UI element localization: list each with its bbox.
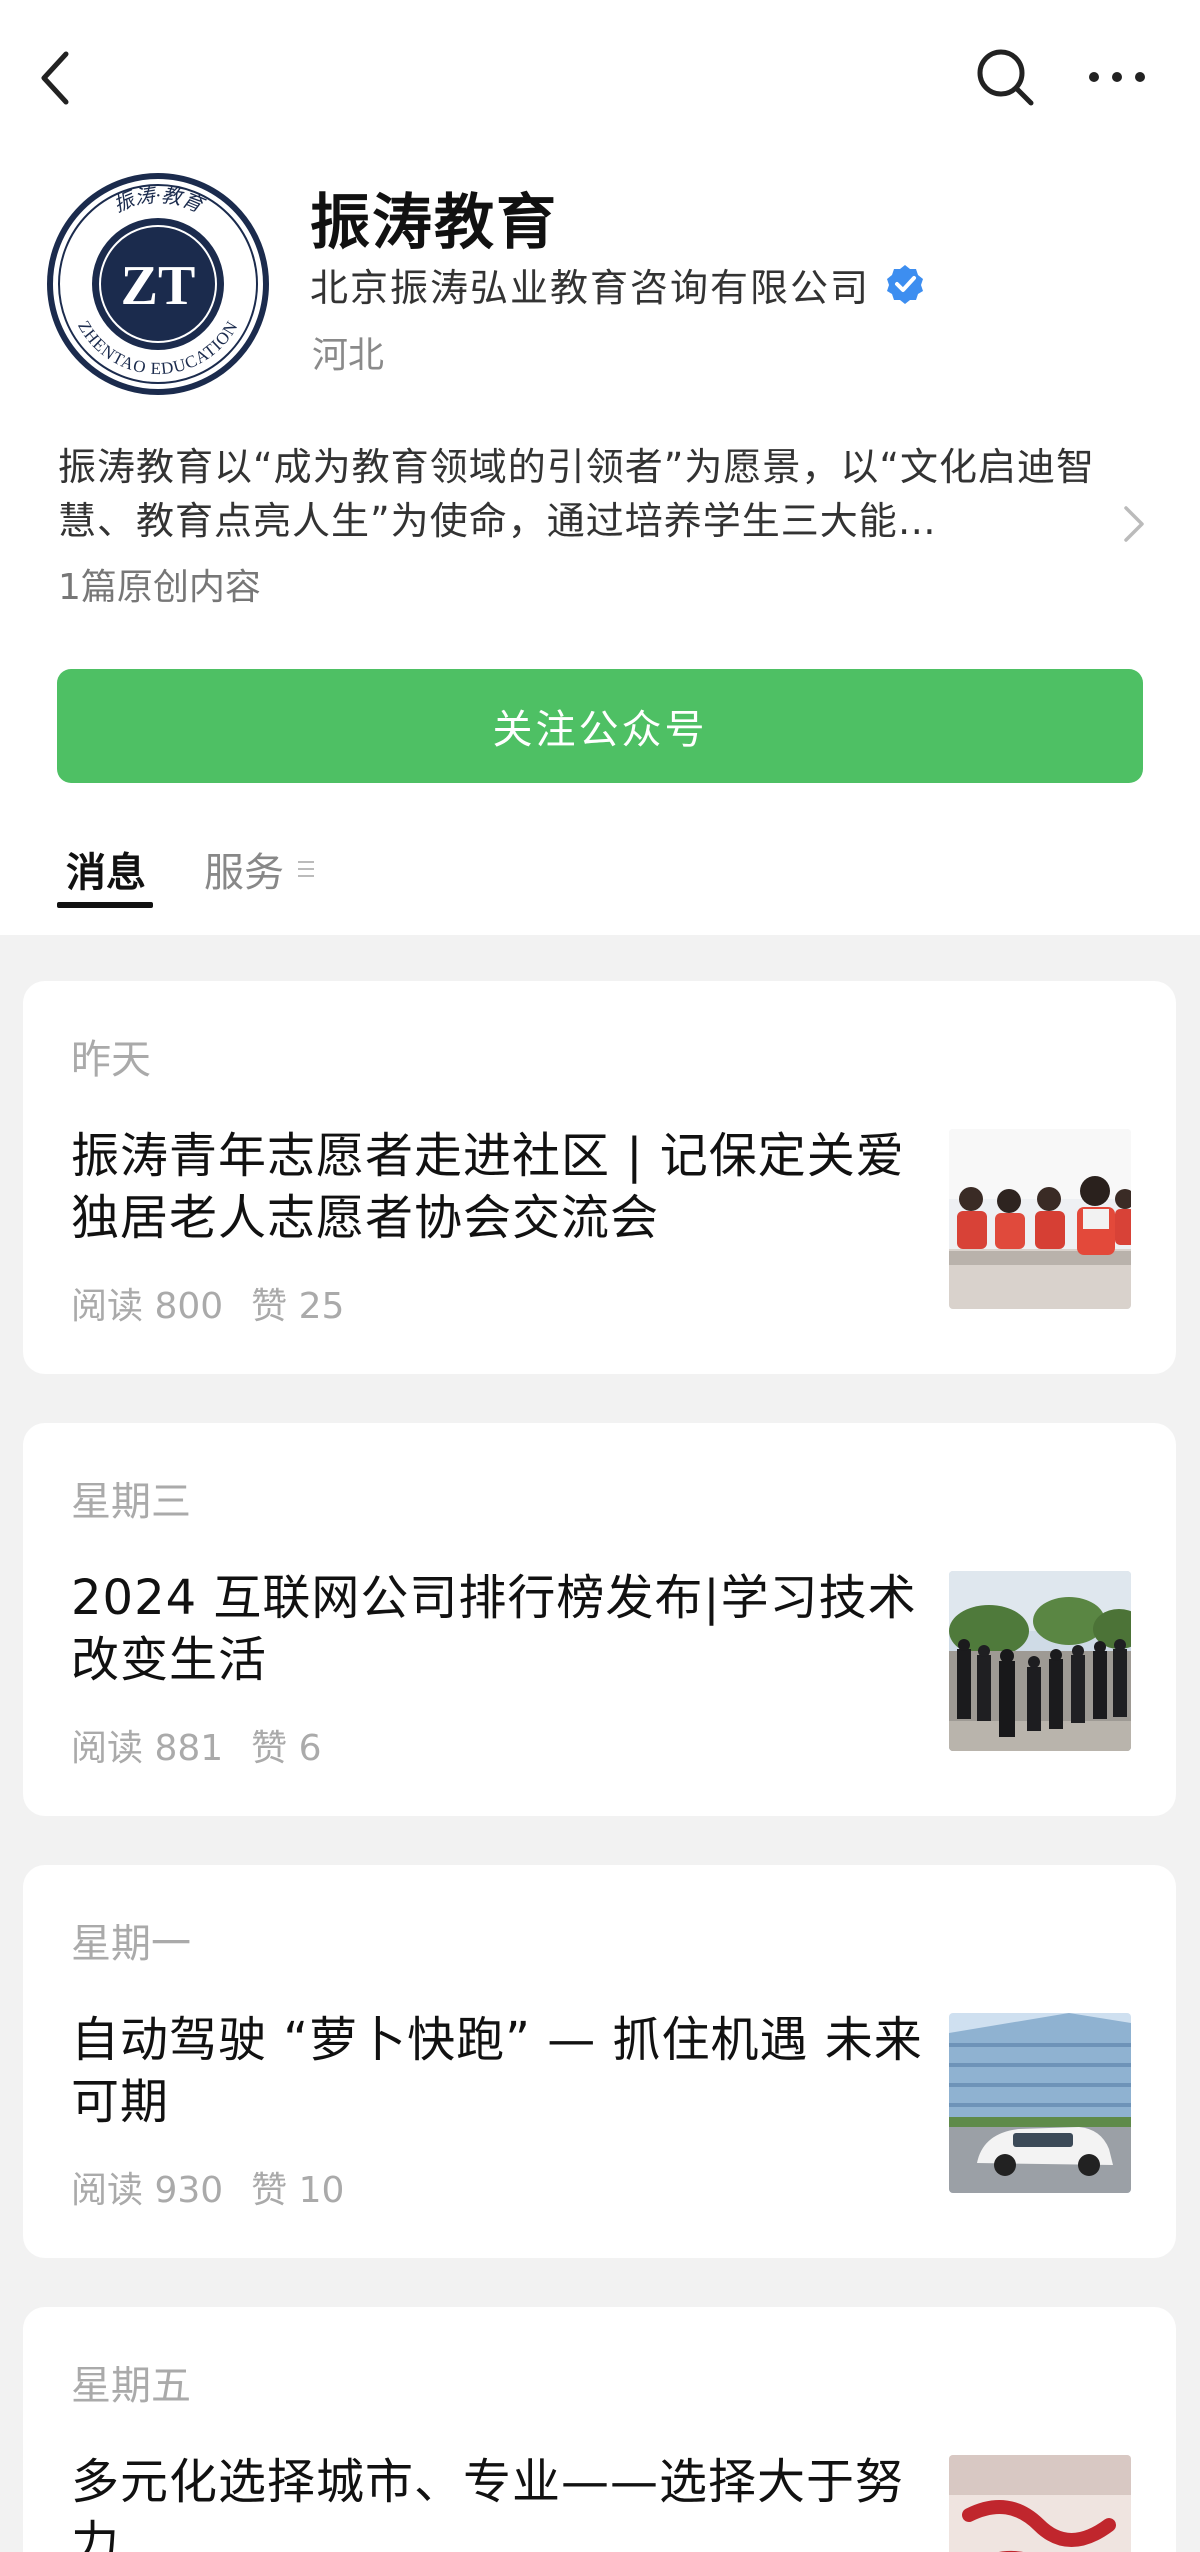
article-date: 星期一 bbox=[71, 1921, 191, 1967]
article-title[interactable]: 自动驾驶 “萝卜快跑” — 抓住机遇 未来可期 bbox=[71, 2009, 931, 2133]
article-feed: 昨天 振涛青年志愿者走进社区 | 记保定关爱独居老人志愿者协会交流会 阅读 80… bbox=[0, 935, 1200, 2552]
tab-services[interactable]: 服务 bbox=[204, 840, 316, 898]
more-options-icon[interactable] bbox=[1088, 62, 1146, 92]
verified-badge-icon bbox=[887, 265, 924, 304]
like-count: 赞 6 bbox=[251, 1728, 322, 1769]
article-stats: 阅读 930 赞 10 bbox=[71, 2161, 344, 2213]
tab-bar: 消息 服务 bbox=[0, 840, 1200, 950]
article-card[interactable]: 昨天 振涛青年志愿者走进社区 | 记保定关爱独居老人志愿者协会交流会 阅读 80… bbox=[23, 981, 1176, 1374]
original-content-count[interactable]: 1篇原创内容 bbox=[58, 558, 261, 610]
logo-mark: ZT bbox=[121, 255, 196, 317]
article-thumbnail[interactable] bbox=[949, 1129, 1131, 1309]
tab-services-label: 服务 bbox=[204, 850, 284, 896]
tab-active-indicator bbox=[57, 902, 153, 908]
article-title[interactable]: 多元化选择城市、专业——选择大于努力 bbox=[71, 2451, 931, 2552]
article-title[interactable]: 2024 互联网公司排行榜发布|学习技术改变生活 bbox=[71, 1567, 931, 1691]
tab-messages[interactable]: 消息 bbox=[66, 840, 146, 898]
menu-lines-icon bbox=[298, 861, 314, 877]
article-thumbnail[interactable] bbox=[949, 2455, 1131, 2552]
read-count: 阅读 881 bbox=[71, 1728, 224, 1769]
article-card[interactable]: 星期三 2024 互联网公司排行榜发布|学习技术改变生活 阅读 881 赞 6 bbox=[23, 1423, 1176, 1816]
follow-button[interactable]: 关注公众号 bbox=[57, 669, 1143, 783]
read-count: 阅读 930 bbox=[71, 2170, 224, 2211]
article-card[interactable]: 星期五 多元化选择城市、专业——选择大于努力 bbox=[23, 2307, 1176, 2552]
article-date: 星期三 bbox=[71, 1479, 191, 1525]
company-name[interactable]: 北京振涛弘业教育咨询有限公司 bbox=[310, 257, 870, 312]
article-date: 星期五 bbox=[71, 2363, 191, 2409]
article-date: 昨天 bbox=[71, 1037, 151, 1083]
account-name: 振涛教育 bbox=[310, 188, 558, 258]
company-row[interactable]: 北京振涛弘业教育咨询有限公司 bbox=[310, 256, 926, 312]
article-stats: 阅读 800 赞 25 bbox=[71, 1277, 344, 1329]
article-stats: 阅读 881 赞 6 bbox=[71, 1719, 322, 1771]
account-region: 河北 bbox=[312, 335, 385, 376]
article-thumbnail[interactable] bbox=[949, 2013, 1131, 2193]
article-title[interactable]: 振涛青年志愿者走进社区 | 记保定关爱独居老人志愿者协会交流会 bbox=[71, 1125, 931, 1249]
back-arrow-icon[interactable] bbox=[36, 48, 76, 108]
like-count: 赞 10 bbox=[251, 2170, 345, 2211]
top-nav-bar bbox=[0, 0, 1200, 150]
read-count: 阅读 800 bbox=[71, 1286, 224, 1327]
like-count: 赞 25 bbox=[251, 1286, 345, 1327]
account-logo: 振涛·教育 ZHENTAO EDUCATION ZT bbox=[47, 173, 269, 395]
chevron-right-icon[interactable] bbox=[1118, 502, 1148, 546]
search-icon[interactable] bbox=[974, 46, 1036, 108]
article-thumbnail[interactable] bbox=[949, 1571, 1131, 1751]
article-card[interactable]: 星期一 自动驾驶 “萝卜快跑” — 抓住机遇 未来可期 阅读 930 赞 10 bbox=[23, 1865, 1176, 2258]
account-bio[interactable]: 振涛教育以“成为教育领域的引领者”为愿景，以“文化启迪智慧、教育点亮人生”为使命… bbox=[58, 440, 1138, 548]
